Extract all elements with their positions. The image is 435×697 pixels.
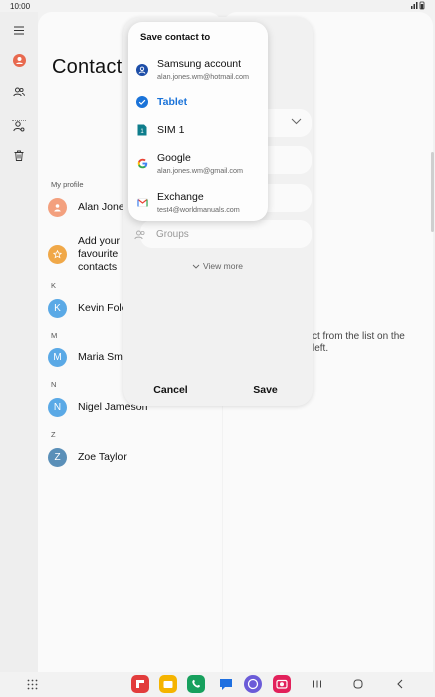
contact-avatar: N: [48, 397, 67, 417]
my-files-icon[interactable]: [159, 675, 177, 693]
option-google[interactable]: Google alan.jones.wm@gmail.com: [136, 152, 264, 175]
save-button[interactable]: Save: [218, 384, 313, 396]
phone-icon[interactable]: [187, 675, 205, 693]
camera-icon[interactable]: [273, 675, 291, 693]
contact-avatar: K: [48, 298, 67, 318]
option-samsung-account[interactable]: Samsung account alan.jones.wm@hotmail.co…: [136, 58, 264, 81]
check-circle-icon: [136, 96, 148, 108]
page-title: Contacts: [52, 56, 122, 78]
contact-avatar: M: [48, 347, 67, 367]
star-icon: [48, 244, 67, 264]
manage-contacts-icon[interactable]: [9, 116, 29, 136]
contacts-app-icon[interactable]: [9, 50, 29, 70]
sim-card-icon: 1: [136, 124, 148, 136]
editor-actions: Cancel Save: [123, 384, 313, 396]
list-item[interactable]: Z Zoe Taylor: [48, 445, 222, 469]
option-account: alan.jones.wm@hotmail.com: [157, 72, 249, 81]
navigation-rail: [0, 12, 38, 672]
status-bar: 10:00: [0, 0, 435, 12]
groups-label: Groups: [156, 229, 189, 240]
cancel-button[interactable]: Cancel: [123, 384, 218, 396]
save-contact-to-popup: Save contact to Samsung account alan.jon…: [128, 22, 268, 221]
section-letter-n: N: [51, 380, 57, 389]
popup-title: Save contact to: [140, 32, 211, 43]
option-exchange[interactable]: Exchange test4@worldmanuals.com: [136, 191, 264, 214]
scrollbar[interactable]: [431, 152, 434, 232]
view-more-button[interactable]: View more: [192, 261, 243, 271]
option-tablet[interactable]: Tablet: [136, 96, 264, 108]
option-account: alan.jones.wm@gmail.com: [157, 166, 243, 175]
chevron-down-icon: [291, 118, 302, 125]
section-letter-m: M: [51, 331, 58, 340]
option-account: test4@worldmanuals.com: [157, 205, 240, 214]
apps-grid-icon[interactable]: [26, 678, 38, 690]
trash-icon[interactable]: [9, 145, 29, 165]
groups-icon: [134, 230, 145, 239]
home-icon[interactable]: [352, 678, 364, 690]
section-letter-z: Z: [51, 430, 56, 439]
recent-apps-icon[interactable]: [311, 678, 323, 690]
profile-avatar: [48, 197, 67, 217]
internet-icon[interactable]: [244, 675, 262, 693]
menu-icon[interactable]: [9, 20, 29, 40]
option-label: SIM 1: [157, 124, 185, 136]
chevron-down-icon: [192, 264, 200, 269]
google-icon: [136, 158, 148, 170]
groups-row[interactable]: Groups: [134, 229, 189, 240]
contact-avatar: Z: [48, 447, 67, 467]
option-label: Google: [157, 152, 191, 164]
option-label: Samsung account: [157, 58, 242, 70]
section-letter-k: K: [51, 281, 57, 290]
contact-name: Zoe Taylor: [78, 451, 127, 463]
back-icon[interactable]: [394, 678, 406, 690]
signal-battery-icon: [411, 1, 425, 10]
gmail-icon: [136, 197, 148, 209]
messages-icon[interactable]: [217, 675, 235, 693]
flipboard-icon[interactable]: [131, 675, 149, 693]
option-sim-1[interactable]: 1 SIM 1: [136, 124, 264, 136]
view-more-label: View more: [203, 261, 243, 271]
samsung-account-icon: [136, 63, 148, 76]
contacts-group-icon[interactable]: [9, 82, 29, 102]
detail-empty-hint: ct from the list on the left.: [312, 331, 405, 354]
my-profile-label: My profile: [51, 180, 84, 189]
option-label: Exchange: [157, 191, 204, 203]
option-label: Tablet: [157, 96, 188, 108]
status-time: 10:00: [10, 2, 31, 11]
